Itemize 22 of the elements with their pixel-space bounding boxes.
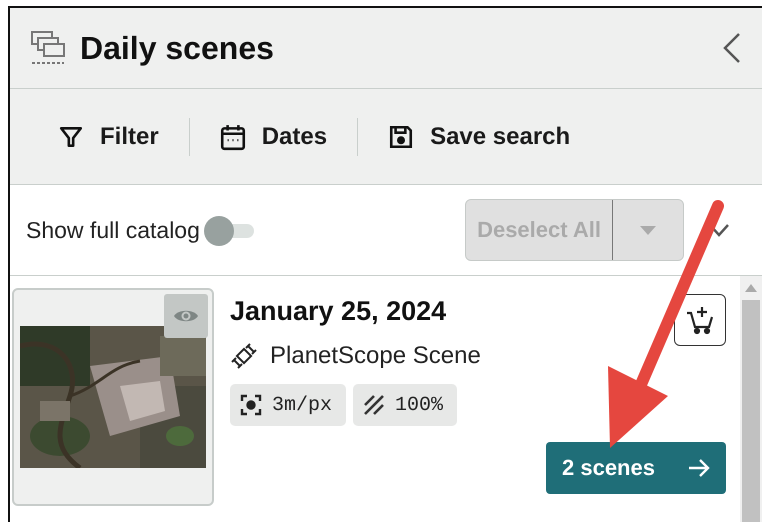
dates-button[interactable]: Dates [212, 114, 336, 158]
hatch-icon [363, 394, 386, 416]
scene-date: January 25, 2024 [230, 296, 446, 327]
preview-button[interactable] [164, 294, 208, 338]
caret-icon [640, 226, 656, 234]
scroll-up-icon[interactable] [745, 284, 757, 292]
scenes-button[interactable]: 2 scenes [546, 442, 726, 494]
focus-icon [240, 394, 262, 416]
save-search-button[interactable]: Save search [380, 114, 578, 158]
add-to-cart-button[interactable] [674, 294, 726, 346]
filter-button[interactable]: Filter [50, 114, 167, 158]
chip-text: 3m/px [272, 394, 332, 416]
scene-source: PlanetScope Scene [270, 342, 481, 370]
chip-text: 100% [395, 394, 444, 416]
calendar-icon [220, 122, 246, 150]
toggle-label: Show full catalog [26, 216, 200, 244]
arrow-right-icon [688, 458, 710, 478]
scrollbar[interactable] [740, 276, 762, 522]
cart-plus-icon [685, 305, 715, 335]
stacked-scenes-icon [30, 30, 66, 66]
chevron-left-icon[interactable] [722, 32, 742, 64]
panel-title: Daily scenes [80, 30, 275, 66]
